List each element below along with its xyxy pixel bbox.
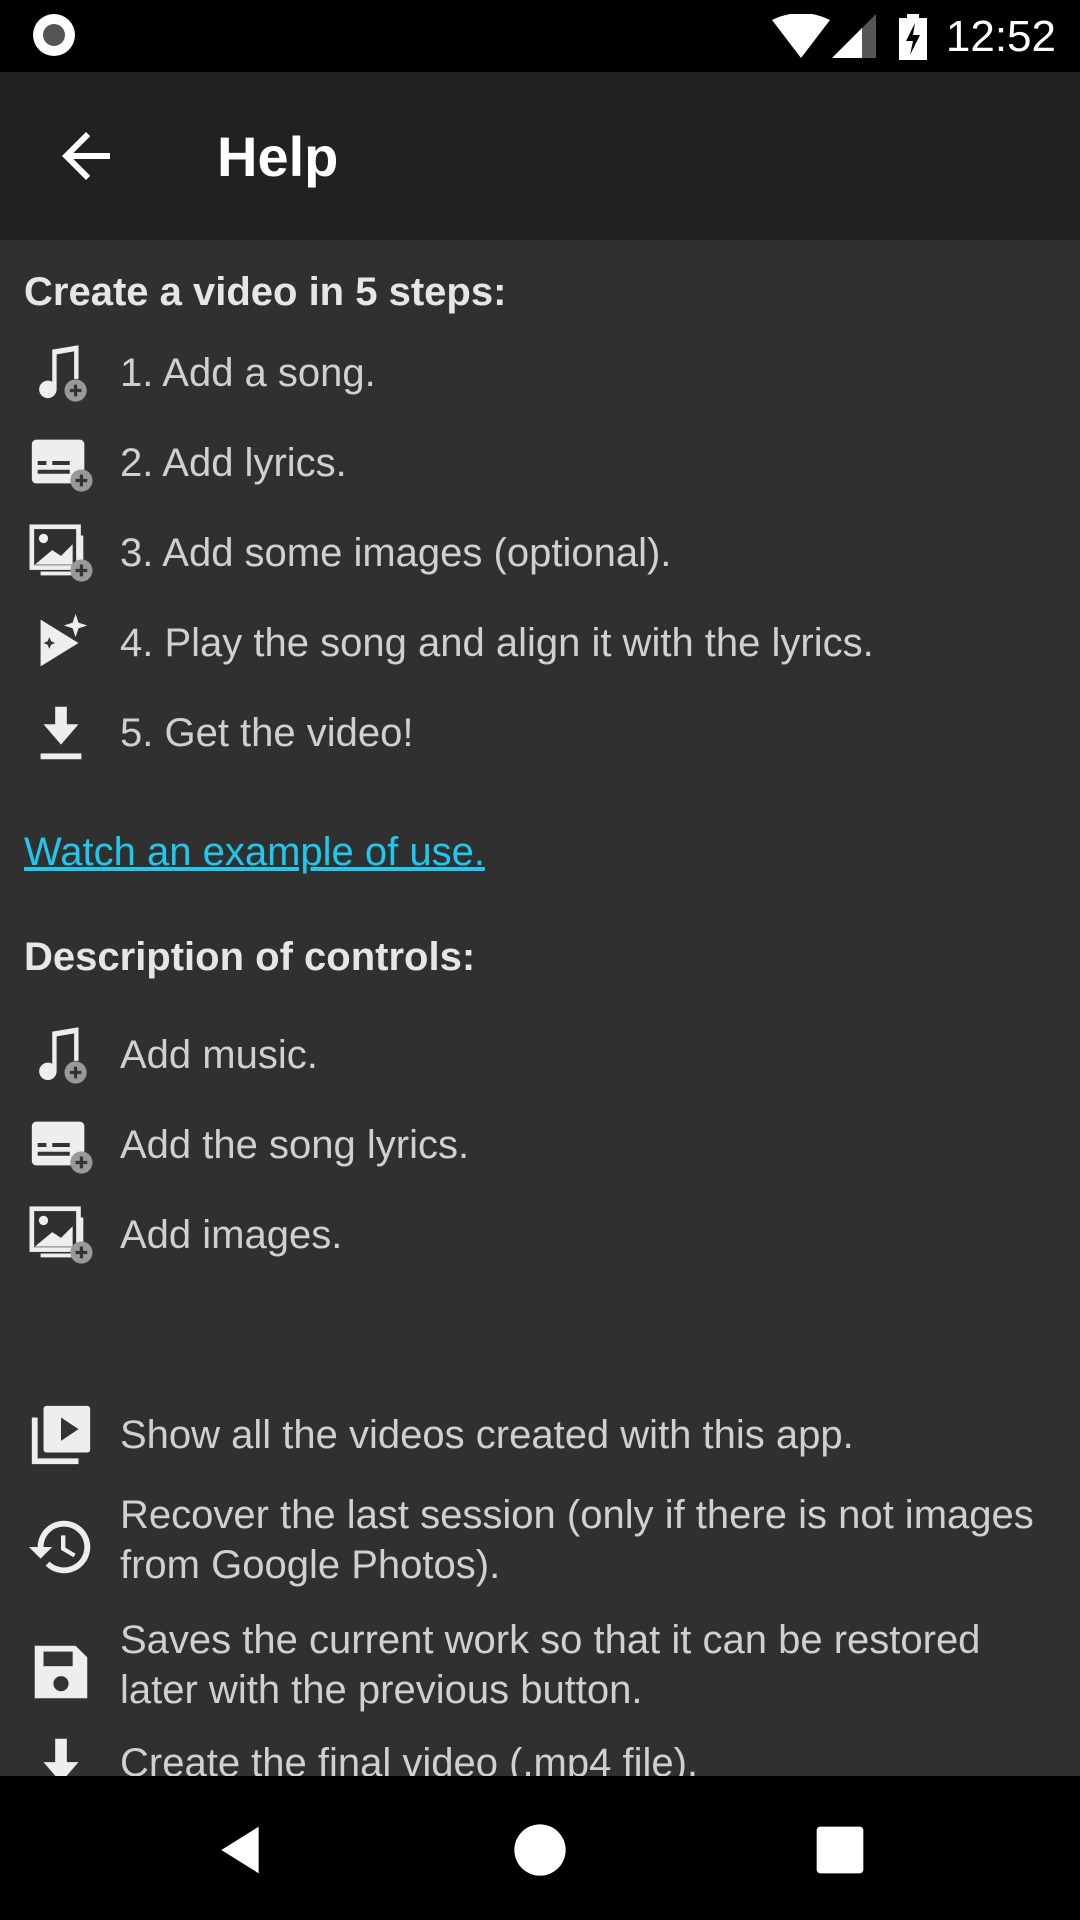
- control-text: Saves the current work so that it can be…: [120, 1618, 981, 1712]
- control-text: Add images.: [120, 1213, 343, 1257]
- control-text: Show all the videos created with this ap…: [120, 1413, 854, 1457]
- wifi-icon: [772, 14, 830, 58]
- images-add-icon: [29, 1206, 93, 1264]
- music-add-icon: [39, 345, 87, 402]
- control-text: Add the song lyrics.: [120, 1123, 470, 1167]
- video-library-icon: [31, 1405, 91, 1465]
- step-text: 2. Add lyrics.: [120, 441, 347, 485]
- controls-heading: Description of controls:: [24, 935, 476, 979]
- watch-example-link[interactable]: Watch an example of use.: [24, 830, 485, 875]
- download-icon: [40, 706, 82, 760]
- control-text: Recover the last session (only if there …: [120, 1493, 1034, 1587]
- music-add-icon: [39, 1027, 87, 1084]
- page-title: Help: [217, 125, 339, 188]
- screen-record-icon: [33, 14, 75, 56]
- nav-recents-icon[interactable]: [812, 1822, 868, 1878]
- lyrics-add-icon: [31, 1121, 93, 1174]
- download-arrow-icon: [43, 1738, 79, 1776]
- save-icon: [34, 1645, 88, 1699]
- control-text: Create the final video (.mp4 file).: [120, 1741, 699, 1776]
- clock: 12:52: [945, 12, 1056, 61]
- lyrics-add-icon: [31, 439, 93, 492]
- nav-home-icon[interactable]: [512, 1822, 568, 1878]
- step-text: 3. Add some images (optional).: [120, 531, 672, 575]
- navigation-bar: [0, 1776, 1080, 1920]
- images-add-icon: [29, 524, 93, 582]
- status-bar: 12:52: [0, 0, 1080, 72]
- signal-icon: [832, 14, 876, 58]
- control-text: Add music.: [120, 1033, 318, 1077]
- step-text: 4. Play the song and align it with the l…: [120, 621, 874, 665]
- step-text: 5. Get the video!: [120, 711, 414, 755]
- history-icon: [28, 1520, 91, 1574]
- step-text: 1. Add a song.: [120, 351, 376, 395]
- play-sparkle-icon: [40, 613, 88, 667]
- help-content[interactable]: Create a video in 5 steps: 1. Add a song…: [0, 240, 1080, 1776]
- battery-charging-icon: [899, 14, 927, 60]
- steps-heading: Create a video in 5 steps:: [24, 270, 507, 314]
- back-arrow-icon[interactable]: [50, 120, 122, 192]
- app-toolbar: Help: [0, 72, 1080, 240]
- nav-back-icon[interactable]: [212, 1822, 268, 1878]
